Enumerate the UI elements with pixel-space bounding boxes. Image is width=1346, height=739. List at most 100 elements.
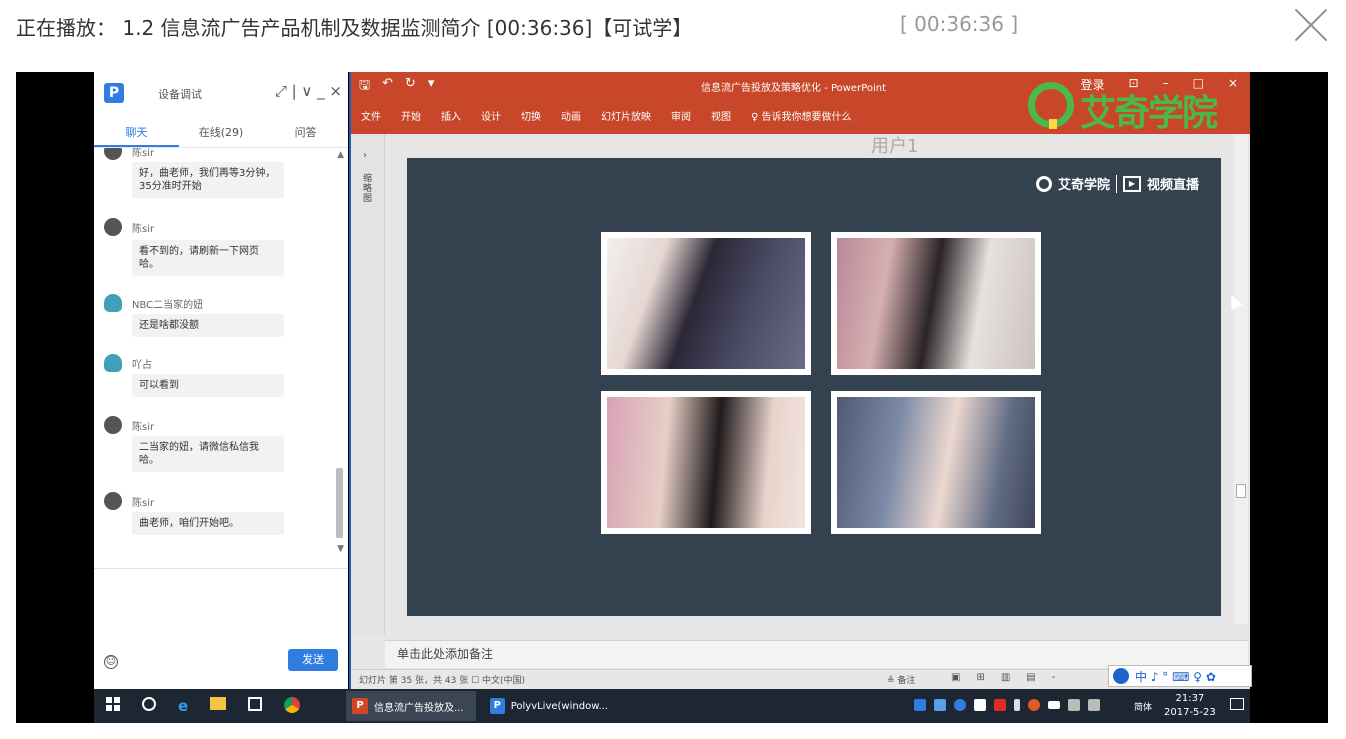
avatar [104,148,122,160]
redo-icon[interactable]: ↻ [405,76,416,98]
ime-controls[interactable]: 中 ♪ ° ⌨ ♀ ✿ [1135,668,1216,685]
tab-online[interactable]: 在线(29) [179,116,264,147]
edge-browser-icon[interactable]: e [178,697,188,715]
undo-icon[interactable]: ↶ [382,76,393,98]
chat-scroll-thumb[interactable] [336,468,343,538]
slide-scroll-thumb[interactable] [1236,484,1246,498]
battery-icon[interactable] [1048,701,1060,709]
message-text: 还是啥都没额 [132,314,284,337]
ribbon-tab-home[interactable]: 开始 [401,108,421,134]
emoji-icon[interactable]: ☺ [104,655,118,669]
bluetooth-icon[interactable] [1014,699,1020,711]
now-playing-title: 正在播放： 1.2 信息流广告产品机制及数据监测简介 [00:36:36]【可试… [16,16,693,40]
tray-app-icon[interactable] [954,699,966,711]
ribbon-tab-view[interactable]: 视图 [711,108,731,134]
chat-scrollbar[interactable]: ▲ ▼ [336,148,346,556]
reading-view-icon[interactable]: ▥ [1001,672,1010,683]
expand-pane-icon[interactable]: › [363,150,367,161]
slide-canvas[interactable]: 艾奇学院 ▶ 视频直播 [407,158,1221,616]
tray-app-icon[interactable] [934,699,946,711]
send-button[interactable]: 发送 [288,649,338,671]
thumbnail-pane[interactable]: › 缩略图 [351,134,385,634]
avatar [104,354,122,372]
taskbar-app-powerpoint[interactable]: P 信息流广告投放及... [346,691,476,721]
volume-icon[interactable] [1088,699,1100,711]
clock-date: 2017-5-23 [1164,707,1216,718]
tell-me-search[interactable]: ♀ 告诉我你想要做什么 [751,108,852,134]
taskbar-clock[interactable]: 21:37 2017-5-23 [1164,692,1216,720]
slide-photo-4[interactable] [831,391,1041,534]
windows-start-icon[interactable] [106,697,120,711]
brand-text: 艾奇学院 [1080,93,1218,134]
notification-icon[interactable] [1230,698,1244,710]
brand-ring-icon [1028,82,1074,129]
thumbnail-pane-label: 缩略图 [363,174,373,204]
ribbon-tab-insert[interactable]: 插入 [441,108,461,134]
tray-app-icon[interactable] [914,699,926,711]
message-sender: NBC二当家的妞 [132,300,204,311]
view-buttons: ▣ ⊞ ▥ ▤ - [951,672,1055,683]
slide-photo-3[interactable] [601,391,811,534]
tray-app-icon[interactable] [1028,699,1040,711]
slide-photo-1[interactable] [601,232,811,375]
search-icon[interactable] [142,697,156,711]
ime-toolbar[interactable]: 中 ♪ ° ⌨ ♀ ✿ [1108,665,1252,687]
close-icon[interactable] [1294,8,1328,42]
ribbon-tab-slideshow[interactable]: 幻灯片放映 [601,108,651,134]
slide-logo-subtext: 视频直播 [1146,178,1199,193]
chrome-icon[interactable] [284,697,301,713]
file-explorer-icon[interactable] [210,697,227,710]
slide-photo-2[interactable] [831,232,1041,375]
avatar [104,492,122,510]
message-text: 好，曲老师，我们再等3分钟，35分准时开始 [132,162,284,198]
avatar [104,294,122,312]
slide-sorter-icon[interactable]: ⊞ [976,672,984,683]
taskbar-app-polyvlive[interactable]: P PolyvLive(window... [484,691,614,721]
ribbon-tab-design[interactable]: 设计 [481,108,501,134]
slide-logo-text: 艾奇学院 [1057,178,1110,193]
brand-watermark-logo: 艾奇学院 [1028,80,1242,134]
chat-input-area[interactable]: ☺ 发送 [94,568,348,688]
powerpoint-icon: P [352,698,368,714]
message-list: 陈sir 好，曲老师，我们再等3分钟，35分准时开始 陈sir 看不到的，请刷新… [94,148,348,568]
wifi-icon[interactable] [1068,699,1080,711]
message-sender: 陈sir [132,422,155,433]
ribbon-tab-file[interactable]: 文件 [361,108,381,134]
scroll-up-icon[interactable]: ▲ [337,150,344,160]
notes-pane[interactable]: 单击此处添加备注 [385,640,1248,668]
chat-window-controls[interactable]: ⤢ | ∨ _ × [275,82,342,100]
tab-chat[interactable]: 聊天 [94,116,179,147]
windows-taskbar: e P 信息流广告投放及... P PolyvLive(window... 简体 [94,689,1250,723]
playback-time: [ 00:36:36 ] [900,12,1019,36]
ribbon-tab-review[interactable]: 审阅 [671,108,691,134]
user-cursor-label: 用户1 [871,136,919,157]
shield-icon[interactable] [974,699,986,711]
taskbar-app-label: PolyvLive(window... [510,700,608,712]
quick-access-toolbar: 🖫 ↶ ↻ ▾ [359,76,434,98]
ribbon-tab-transitions[interactable]: 切换 [521,108,541,134]
zoom-out-icon[interactable]: - [1052,672,1056,683]
slideshow-view-icon[interactable]: ▤ [1026,672,1035,683]
notes-toggle-button[interactable]: ≜ 备注 [887,673,915,686]
tray-app-icon[interactable] [994,699,1006,711]
taskbar-pinned: e [106,697,301,715]
scroll-down-icon[interactable]: ▼ [337,544,344,554]
tab-qa[interactable]: 问答 [263,116,348,147]
slide-count-status: 幻灯片 第 35 张，共 43 张 ☐ 中文(中国) [359,676,526,686]
chat-panel: P 设备调试 ⤢ | ∨ _ × 聊天 在线(29) 问答 陈sir 好，曲老师… [94,72,348,689]
save-icon[interactable]: 🖫 [359,76,370,98]
clock-time: 21:37 [1175,693,1205,704]
input-language[interactable]: 简体 [1134,700,1152,713]
store-icon[interactable] [248,697,263,711]
chat-window-title: 设备调试 [158,88,202,101]
photo-image [607,238,805,369]
ribbon-tab-animations[interactable]: 动画 [561,108,581,134]
normal-view-icon[interactable]: ▣ [951,672,960,683]
avatar [104,218,122,236]
message-text: 二当家的妞，请微信私信我哈。 [132,436,284,472]
ppt-window-title: 信息流广告投放及策略优化 - PowerPoint [701,83,887,94]
customize-icon[interactable]: ▾ [428,76,435,98]
video-player[interactable]: P 设备调试 ⤢ | ∨ _ × 聊天 在线(29) 问答 陈sir 好，曲老师… [16,72,1328,723]
ime-logo-icon [1113,668,1129,684]
slide-scrollbar[interactable] [1234,134,1248,624]
